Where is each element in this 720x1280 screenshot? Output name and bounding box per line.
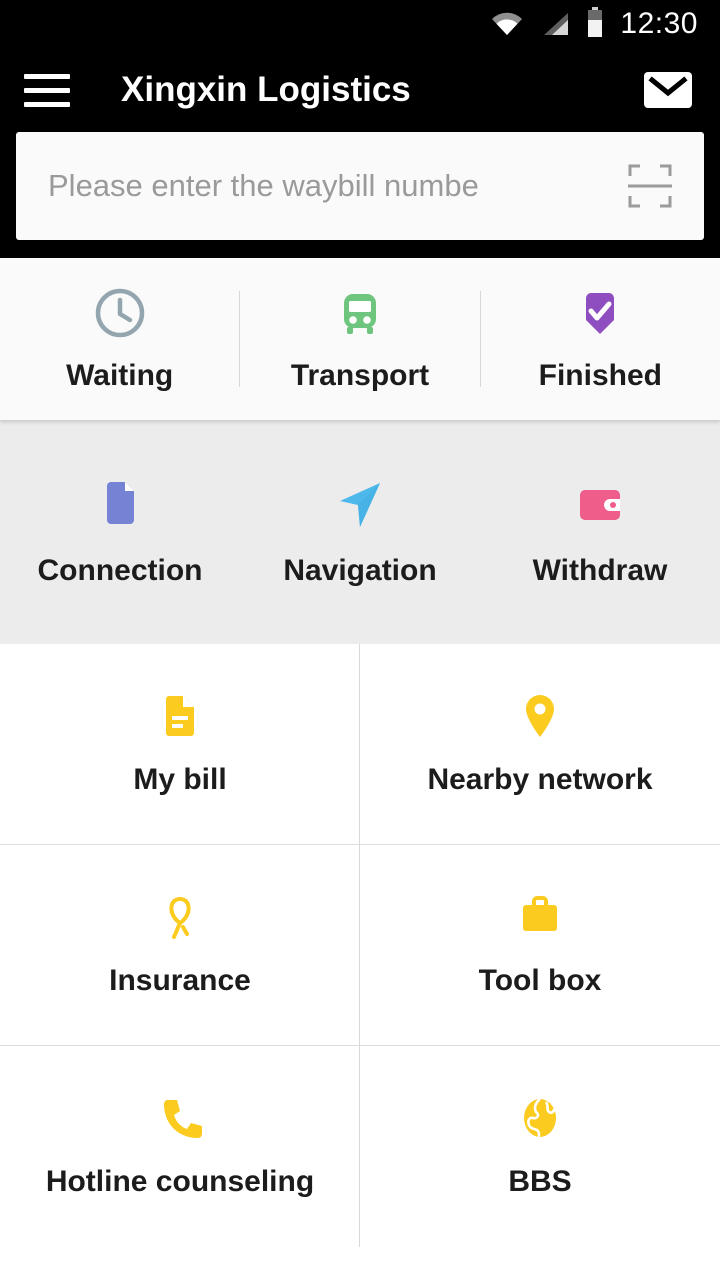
phone-icon	[156, 1094, 204, 1147]
wallet-icon	[572, 477, 628, 538]
status-tab-waiting[interactable]: Waiting	[0, 258, 239, 420]
cellular-signal-icon	[540, 11, 570, 42]
menu-item-nearby-network[interactable]: Nearby network	[360, 644, 720, 845]
globe-icon	[516, 1094, 564, 1147]
map-pin-icon	[516, 692, 564, 745]
status-bar-clock: 12:30	[620, 7, 698, 40]
briefcase-icon	[516, 893, 564, 946]
shortcuts-row: Connection Navigation Withdraw	[0, 420, 720, 644]
menu-item-bbs[interactable]: BBS	[360, 1046, 720, 1247]
menu-item-label: Hotline counseling	[45, 1165, 315, 1198]
order-status-card: Waiting Transport Finished	[0, 258, 720, 420]
header-section: 12:30 Xingxin Logistics Please enter the…	[0, 0, 720, 258]
document-icon	[92, 477, 148, 538]
bus-icon	[333, 286, 387, 345]
ribbon-icon	[156, 893, 204, 946]
status-tab-label: Transport	[290, 358, 430, 392]
menu-item-tool-box[interactable]: Tool box	[360, 845, 720, 1046]
menu-grid: My bill Nearby network Insurance Tool bo…	[0, 644, 720, 1280]
menu-item-insurance[interactable]: Insurance	[0, 845, 360, 1046]
menu-item-hotline-counseling[interactable]: Hotline counseling	[0, 1046, 360, 1247]
shortcut-navigation[interactable]: Navigation	[240, 477, 480, 588]
shortcut-label: Connection	[37, 553, 203, 587]
status-tab-label: Waiting	[66, 358, 174, 392]
shortcut-connection[interactable]: Connection	[0, 477, 240, 588]
waybill-search-bar[interactable]: Please enter the waybill numbe	[16, 132, 704, 240]
bill-document-icon	[156, 692, 204, 745]
search-input[interactable]: Please enter the waybill numbe	[48, 168, 620, 204]
menu-item-my-bill[interactable]: My bill	[0, 644, 360, 845]
envelope-icon[interactable]	[640, 68, 696, 112]
status-tab-finished[interactable]: Finished	[481, 258, 720, 420]
status-tab-label: Finished	[538, 358, 662, 392]
menu-item-label: BBS	[508, 1165, 572, 1198]
menu-item-label: Nearby network	[427, 763, 653, 796]
menu-item-label: My bill	[133, 763, 227, 796]
shortcut-label: Withdraw	[532, 553, 668, 587]
search-section: Please enter the waybill numbe	[0, 132, 720, 240]
scan-qr-icon[interactable]	[620, 156, 680, 216]
shortcut-label: Navigation	[283, 553, 437, 587]
clock-icon	[93, 286, 147, 345]
battery-icon	[586, 6, 604, 42]
app-bar: Xingxin Logistics	[0, 48, 720, 132]
app-screen: 12:30 Xingxin Logistics Please enter the…	[0, 0, 720, 1280]
menu-item-label: Insurance	[109, 964, 251, 997]
status-tab-transport[interactable]: Transport	[240, 258, 479, 420]
shortcut-withdraw[interactable]: Withdraw	[480, 477, 720, 588]
page-title: Xingxin Logistics	[121, 70, 411, 109]
navigation-arrow-icon	[332, 477, 388, 538]
wifi-icon	[490, 11, 524, 42]
shield-check-icon	[573, 286, 627, 345]
system-status-bar: 12:30	[0, 0, 720, 48]
hamburger-menu-icon[interactable]	[24, 70, 76, 110]
status-bar-icons	[490, 6, 604, 42]
menu-item-label: Tool box	[478, 964, 602, 997]
